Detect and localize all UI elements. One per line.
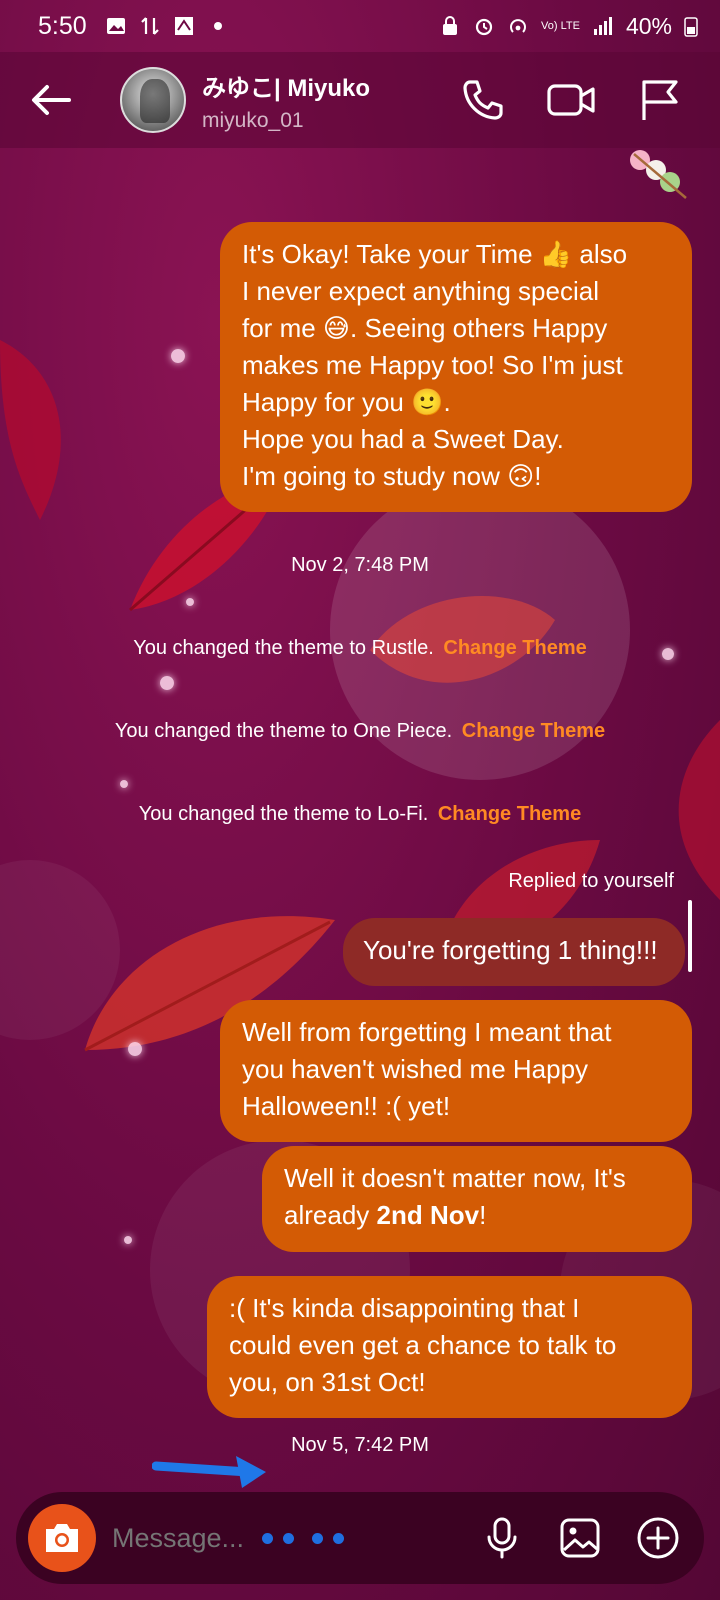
camera-button[interactable] <box>28 1504 96 1572</box>
message-line: Hope you had a Sweet Day. <box>242 424 564 454</box>
message-line: you, on 31st Oct! <box>229 1367 426 1397</box>
phone-icon <box>463 80 503 120</box>
message-composer <box>16 1492 704 1584</box>
timestamp: Nov 5, 7:42 PM <box>291 1434 429 1456</box>
message-line: for me 😅. Seeing others Happy <box>242 313 608 343</box>
theme-change-event: You changed the theme to Rustle. Change … <box>0 637 720 660</box>
message-line: :( It's kinda disappointing that I <box>229 1293 580 1323</box>
gallery-button[interactable] <box>558 1516 602 1560</box>
microphone-icon <box>487 1517 517 1559</box>
message-line: I'm going to study now 🙃! <box>242 461 542 491</box>
reply-quote-bubble[interactable]: You're forgetting 1 thing!!! <box>343 918 685 986</box>
message-bubble-1[interactable]: It's Okay! Take your Time 👍 also I never… <box>220 222 692 512</box>
message-bubble-3[interactable]: Well it doesn't matter now, It's already… <box>262 1146 692 1252</box>
composer-actions <box>480 1516 680 1560</box>
theme-change-event: You changed the theme to Lo-Fi. Change T… <box>0 803 720 826</box>
gallery-notification-icon <box>106 18 125 34</box>
message-line: Halloween!! :( yet! <box>242 1091 451 1121</box>
flag-icon <box>642 80 678 120</box>
message-line: you haven't wished me Happy <box>242 1054 589 1084</box>
message-line: could even get a chance to talk to <box>229 1330 617 1360</box>
message-bold-text: 2nd Nov <box>376 1200 480 1230</box>
message-line: Well from forgetting I meant that <box>242 1017 612 1047</box>
reply-indicator-bar <box>688 900 692 972</box>
event-text: You changed the theme to One Piece. <box>114 720 453 742</box>
camera-icon <box>46 1524 78 1552</box>
message-line: Well it doesn't matter now, It's <box>284 1163 626 1193</box>
contact-avatar[interactable] <box>120 67 186 133</box>
back-arrow-icon <box>32 85 71 115</box>
battery-percent: 40% <box>625 12 672 39</box>
message-line: I never expect anything special <box>242 276 599 306</box>
voice-call-button[interactable] <box>456 73 510 127</box>
change-theme-link[interactable]: Change Theme <box>443 637 586 659</box>
message-bubble-4[interactable]: :( It's kinda disappointing that I could… <box>207 1276 692 1418</box>
status-time: 5:50 <box>38 11 87 40</box>
change-theme-link[interactable]: Change Theme <box>462 720 605 742</box>
event-text: You changed the theme to Rustle. <box>133 637 434 659</box>
more-options-button[interactable] <box>636 1516 680 1560</box>
header-actions <box>456 73 686 127</box>
battery-icon <box>684 17 698 37</box>
network-label: Vo) LTE <box>541 19 580 32</box>
message-text: already <box>284 1200 377 1230</box>
contact-handle: miyuko_01 <box>202 108 304 132</box>
app-notification-icon <box>174 17 193 35</box>
message-input[interactable] <box>112 1522 262 1554</box>
chat-header: みゆこ| Miyuko miyuko_01 <box>0 52 720 148</box>
status-left-icons <box>105 15 229 37</box>
dango-sticker <box>630 150 687 199</box>
typing-dots-annotation <box>262 1532 344 1544</box>
more-notifications-dot-icon <box>213 22 222 30</box>
video-call-button[interactable] <box>544 73 598 127</box>
contact-name: みゆこ| Miyuko <box>202 74 371 102</box>
back-button[interactable] <box>24 73 78 127</box>
replied-label: Replied to yourself <box>508 870 674 892</box>
signal-icon <box>593 17 612 35</box>
gallery-icon <box>560 1518 600 1558</box>
change-theme-link[interactable]: Change Theme <box>438 803 581 825</box>
contact-info[interactable]: みゆこ| Miyuko miyuko_01 <box>202 68 370 133</box>
annotation-arrow <box>152 1456 266 1488</box>
event-text: You changed the theme to Lo-Fi. <box>138 803 429 825</box>
report-button[interactable] <box>632 73 686 127</box>
data-transfer-icon <box>140 17 159 35</box>
timestamp: Nov 2, 7:48 PM <box>291 554 429 576</box>
theme-change-event: You changed the theme to One Piece. Chan… <box>0 720 720 743</box>
message-text: ! <box>479 1200 487 1230</box>
message-line: makes me Happy too! So I'm just <box>242 350 623 380</box>
hotspot-icon <box>510 19 526 33</box>
alarm-icon <box>475 18 493 36</box>
message-thread: It's Okay! Take your Time 👍 also I never… <box>0 148 720 1488</box>
status-bar: 5:50 Vo) LTE 40% <box>0 0 720 52</box>
plus-circle-icon <box>637 1517 679 1559</box>
lock-icon <box>443 16 458 35</box>
status-right-icons: Vo) LTE 40% <box>439 13 698 40</box>
message-line: already 2nd Nov! <box>284 1197 670 1234</box>
message-bubble-2[interactable]: Well from forgetting I meant that you ha… <box>220 1000 692 1142</box>
message-line: Happy for you 🙂. <box>242 387 451 417</box>
message-line: It's Okay! Take your Time 👍 also <box>242 239 628 269</box>
video-icon <box>547 84 595 116</box>
voice-message-button[interactable] <box>480 1516 524 1560</box>
